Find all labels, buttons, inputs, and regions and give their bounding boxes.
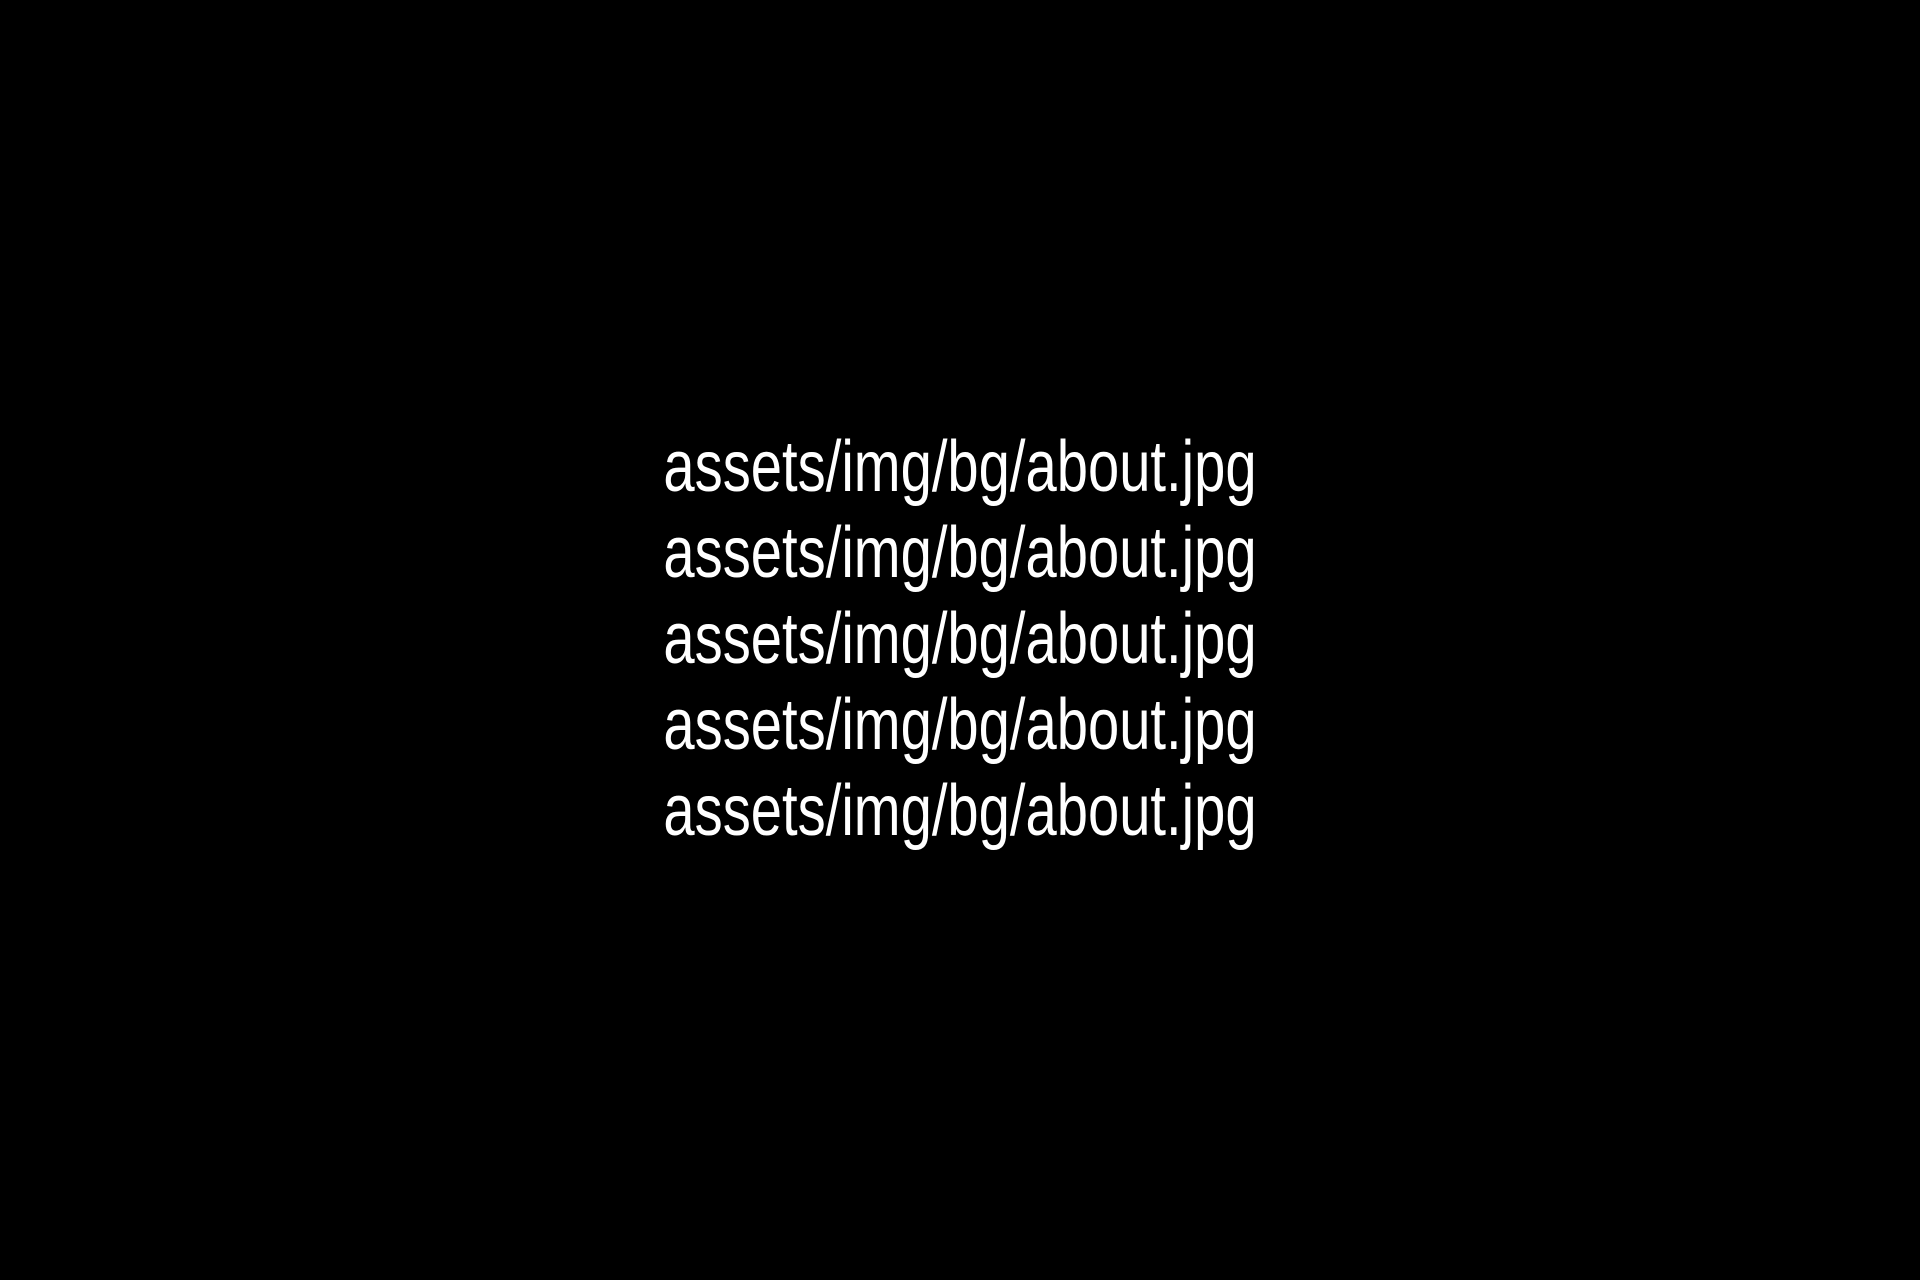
placeholder-line: assets/img/bg/about.jpg <box>663 771 1257 851</box>
placeholder-text-block: assets/img/bg/about.jpg assets/img/bg/ab… <box>0 424 1920 854</box>
placeholder-line: assets/img/bg/about.jpg <box>663 513 1257 593</box>
placeholder-line: assets/img/bg/about.jpg <box>663 685 1257 765</box>
image-placeholder: assets/img/bg/about.jpg assets/img/bg/ab… <box>0 0 1920 1280</box>
placeholder-line: assets/img/bg/about.jpg <box>663 599 1257 679</box>
placeholder-line: assets/img/bg/about.jpg <box>663 427 1257 507</box>
